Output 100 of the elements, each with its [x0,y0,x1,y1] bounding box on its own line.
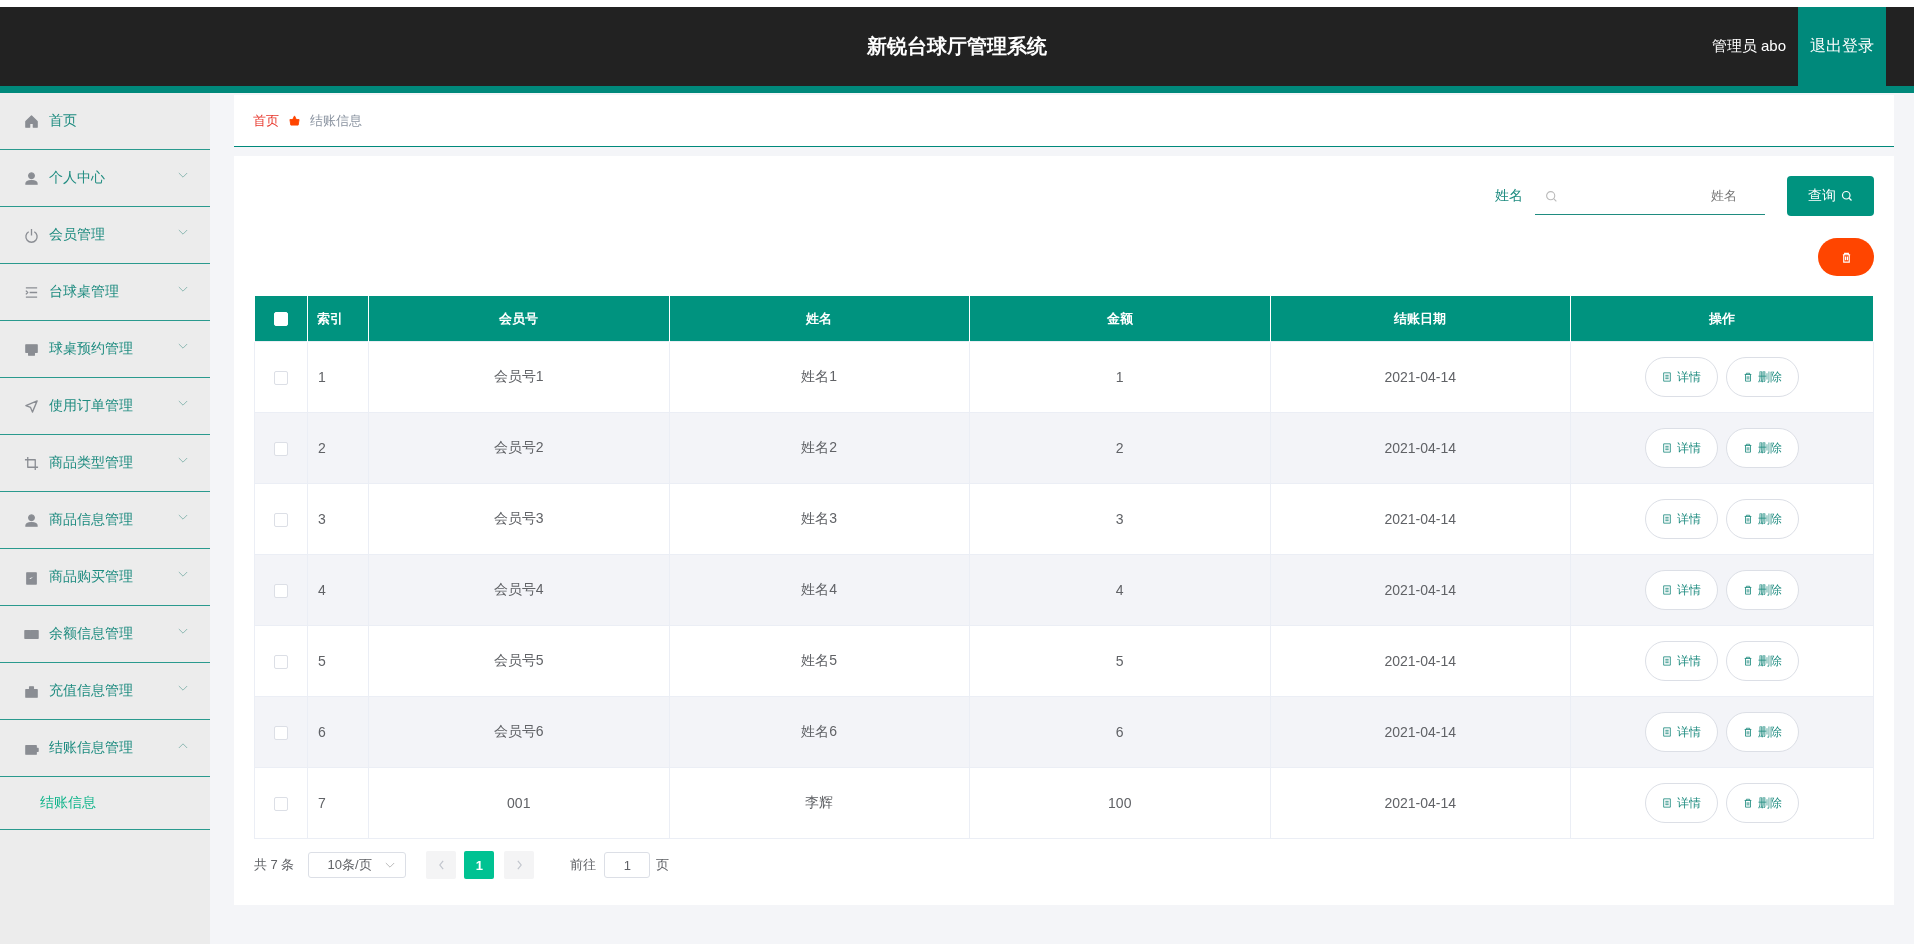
table-cell: 4 [318,582,326,598]
menu-item-icon [24,341,39,357]
app-title: 新锐台球厅管理系统 [867,34,1047,59]
table-cell: 2021-04-14 [1384,582,1457,598]
row-checkbox[interactable] [274,513,288,528]
table-cell: 姓名3 [801,510,838,526]
trash-icon [1743,372,1753,382]
page-number-button[interactable]: 1 [464,851,495,879]
table-cell: 1 [1115,369,1124,385]
row-checkbox[interactable] [274,442,288,457]
trash-icon [1743,443,1753,453]
search-label: 姓名 [1495,187,1523,205]
column-header: 结账日期 [1394,310,1447,326]
table-cell: 6 [1115,724,1124,740]
next-page-button[interactable] [504,851,535,879]
table-cell: 1 [318,369,326,385]
table-cell: 2021-04-14 [1384,653,1457,669]
row-checkbox[interactable] [274,797,288,812]
table-cell: 会员号3 [493,510,544,526]
menu-item-icon [24,455,39,471]
menu-item-icon [24,113,39,129]
table-cell: 5 [318,653,326,669]
column-header: 姓名 [806,310,833,326]
page-size-select[interactable]: 10条/页 [308,852,407,878]
details-button[interactable]: 详情 [1645,783,1718,823]
goto-page-field[interactable]: 1 [604,852,651,878]
table-cell: 6 [318,724,326,740]
table-cell: 李辉 [805,794,834,810]
delete-row-button[interactable]: 删除 [1726,641,1799,681]
table-cell: 2021-04-14 [1384,795,1457,811]
table-cell: 3 [1115,511,1124,527]
trash-icon [1743,514,1753,524]
table-cell: 2 [1115,440,1124,456]
chevron-right-icon [515,860,523,870]
details-button[interactable]: 详情 [1645,499,1718,539]
table-cell: 姓名4 [801,581,838,597]
column-header: 操作 [1709,310,1735,326]
details-button[interactable]: 详情 [1645,570,1718,610]
table-cell: 姓名5 [801,652,838,668]
total-count: 共 7 条 [254,856,295,874]
document-icon [1662,798,1672,808]
menu-item-icon [24,284,39,300]
details-button[interactable]: 详情 [1645,357,1718,397]
table-cell: 姓名6 [801,723,838,739]
goto-label: 前往 [570,856,597,874]
document-icon [1662,443,1672,453]
select-all-checkbox[interactable] [274,312,288,327]
menu-item-icon [24,170,39,186]
table-cell: 2021-04-14 [1384,724,1457,740]
table-cell: 会员号1 [493,368,544,384]
page-suffix: 页 [656,856,670,874]
trash-icon [1840,251,1852,263]
delete-row-button[interactable]: 删除 [1726,428,1799,468]
basket-icon [289,115,300,126]
search-button[interactable]: 查询 [1787,176,1874,216]
delete-button[interactable] [1818,238,1874,276]
menu-item-icon [24,569,39,585]
document-icon [1662,514,1672,524]
trash-icon [1743,798,1753,808]
breadcrumb-item[interactable]: 结账信息 [310,111,362,130]
column-header: 会员号 [499,310,539,326]
table-cell: 001 [507,795,531,811]
table-cell: 7 [318,795,326,811]
table-cell: 2021-04-14 [1384,440,1457,456]
logout-button[interactable]: 退出登录 [1798,7,1886,86]
document-icon [1662,727,1672,737]
document-icon [1662,585,1672,595]
row-checkbox[interactable] [274,726,288,741]
previous-page-button[interactable] [426,851,457,879]
table-cell: 姓名2 [801,439,838,455]
table-cell: 4 [1115,582,1124,598]
delete-row-button[interactable]: 删除 [1726,783,1799,823]
table-cell: 姓名1 [801,368,838,384]
document-icon [1662,372,1672,382]
chevron-icon [385,861,396,869]
chevron-left-icon [437,860,445,870]
row-checkbox[interactable] [274,584,288,599]
menu-item-icon [24,683,39,699]
table-cell: 会员号6 [493,723,544,739]
row-checkbox[interactable] [274,371,288,386]
table-cell: 2021-04-14 [1384,511,1457,527]
table-cell: 会员号4 [493,581,544,597]
table-cell: 会员号5 [493,652,544,668]
menu-item-icon [24,227,39,243]
row-checkbox[interactable] [274,655,288,670]
details-button[interactable]: 详情 [1645,712,1718,752]
document-icon [1662,656,1672,666]
table-cell: 5 [1115,653,1124,669]
delete-row-button[interactable]: 删除 [1726,712,1799,752]
details-button[interactable]: 详情 [1645,428,1718,468]
breadcrumb-item[interactable]: 首页 [253,111,279,130]
delete-row-button[interactable]: 删除 [1726,357,1799,397]
details-button[interactable]: 详情 [1645,641,1718,681]
table-cell: 2 [318,440,326,456]
delete-row-button[interactable]: 删除 [1726,570,1799,610]
column-header: 索引 [317,310,343,326]
menu-item-icon [24,398,39,414]
delete-row-button[interactable]: 删除 [1726,499,1799,539]
trash-icon [1743,585,1753,595]
column-header: 金额 [1106,310,1133,326]
